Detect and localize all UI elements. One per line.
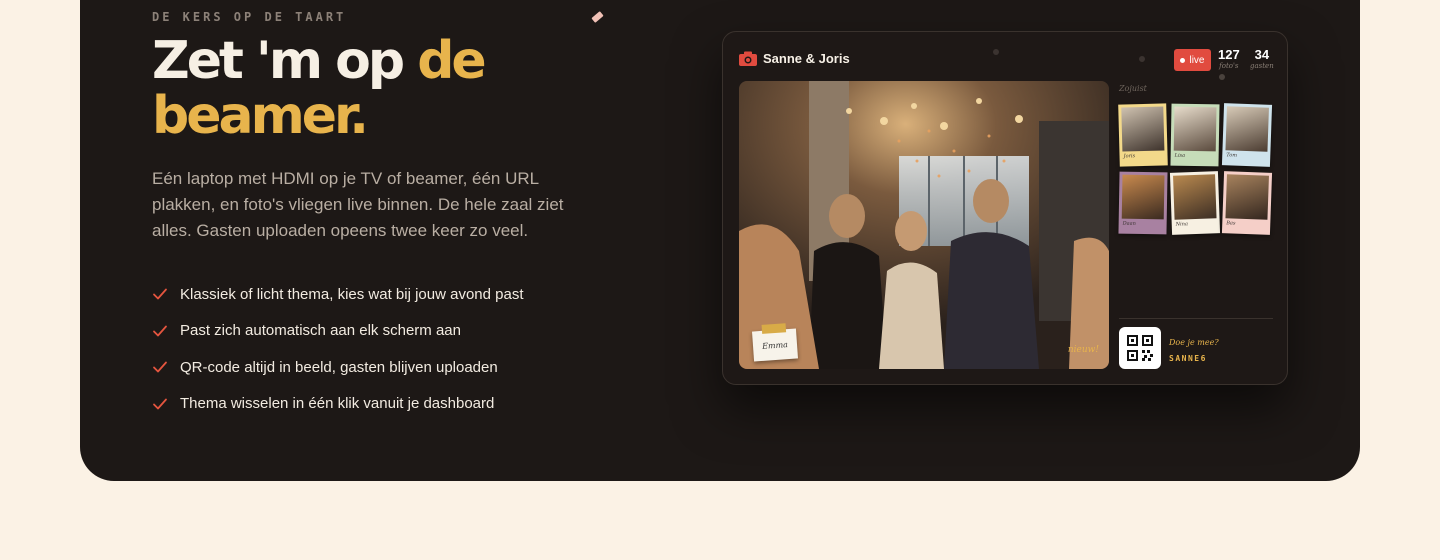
sidebar-divider (1119, 318, 1273, 319)
feature-text: Thema wisselen in één klik vanuit je das… (180, 395, 495, 413)
live-label: live (1189, 54, 1205, 66)
beamer-feature-section: DE KERS OP DE TAART Zet 'm op de beamer.… (80, 0, 1360, 481)
join-code: SANNE6 (1169, 354, 1207, 363)
photo-count-stat: 127 foto's (1218, 47, 1240, 70)
thumbnail-photo (1121, 106, 1165, 152)
feature-item: Past zich automatisch aan elk scherm aan (152, 313, 524, 350)
event-brand: Sanne & Joris (739, 51, 850, 66)
feature-item: Klassiek of licht thema, kies wat bij jo… (152, 276, 524, 313)
live-dot-icon (1180, 57, 1186, 63)
live-badge: live (1174, 49, 1211, 71)
qr-code[interactable] (1119, 327, 1161, 369)
thumbnail-name: Daan (1122, 220, 1136, 227)
confetti-dot (1139, 56, 1145, 62)
section-headline: Zet 'm op de beamer. (152, 34, 572, 144)
event-name: Sanne & Joris (763, 51, 850, 66)
feature-text: Past zich automatisch aan elk scherm aan (180, 322, 461, 340)
thumbnail-photo (1225, 174, 1269, 220)
thumbnail-polaroid: Daan (1118, 171, 1168, 235)
new-photo-label: nieuw! (1067, 345, 1099, 355)
thumbnail-polaroid: Tom (1221, 103, 1273, 167)
photo-count: 127 (1218, 47, 1240, 62)
feature-list: Klassiek of licht thema, kies wat bij jo… (152, 276, 524, 422)
guest-count-stat: 34 gasten (1250, 47, 1274, 70)
confetti-sparkle (591, 11, 604, 23)
feature-text: QR-code altijd in beeld, gasten blijven … (180, 358, 498, 376)
thumbnail-polaroid: Nina (1169, 171, 1221, 235)
check-icon (153, 325, 167, 337)
feature-item: Thema wisselen in één klik vanuit je das… (152, 386, 524, 423)
confetti-dot (993, 49, 999, 55)
photo-count-label: foto's (1219, 62, 1239, 70)
feature-text: Klassiek of licht thema, kies wat bij jo… (180, 285, 524, 303)
thumbnail-name: Tom (1226, 152, 1238, 159)
thumbnail-polaroid: Lisa (1170, 103, 1220, 167)
thumbnail-name: Joris (1123, 153, 1136, 160)
confetti-dot (1219, 74, 1225, 80)
thumbnail-photo (1173, 174, 1217, 220)
check-icon (153, 288, 167, 300)
section-lead: Eén laptop met HDMI op je TV of beamer, … (152, 169, 564, 240)
guest-count: 34 (1254, 47, 1270, 62)
check-icon (153, 361, 167, 373)
party-photo-illustration (739, 81, 1109, 369)
thumbnail-name: Bas (1226, 220, 1236, 227)
qr-code-icon (1127, 335, 1153, 361)
beamer-preview-window: Sanne & Joris live 127 foto's 34 gasten (722, 31, 1288, 385)
featured-party-photo: Emma nieuw! (739, 81, 1109, 369)
tape-strip (761, 323, 787, 334)
thumbnail-polaroid: Joris (1118, 103, 1168, 167)
latest-label: Zojuist (1119, 84, 1147, 93)
camera-icon (739, 51, 757, 66)
check-icon (153, 398, 167, 410)
section-eyebrow: DE KERS OP DE TAART (152, 10, 347, 24)
thumbnail-name: Nina (1175, 221, 1189, 228)
join-question: Doe je mee? (1169, 338, 1219, 347)
thumbnail-photo (1225, 106, 1269, 152)
thumbnail-polaroid: Bas (1221, 171, 1273, 235)
thumbnail-photo (1121, 174, 1165, 220)
feature-item: QR-code altijd in beeld, gasten blijven … (152, 349, 524, 386)
uploader-sticky-note: Emma (752, 323, 798, 362)
headline-main: Zet 'm op (152, 31, 418, 91)
guest-count-label: gasten (1250, 62, 1274, 70)
thumbnail-photo (1173, 106, 1217, 152)
thumbnail-name: Lisa (1174, 152, 1186, 159)
uploader-name: Emma (761, 339, 789, 351)
